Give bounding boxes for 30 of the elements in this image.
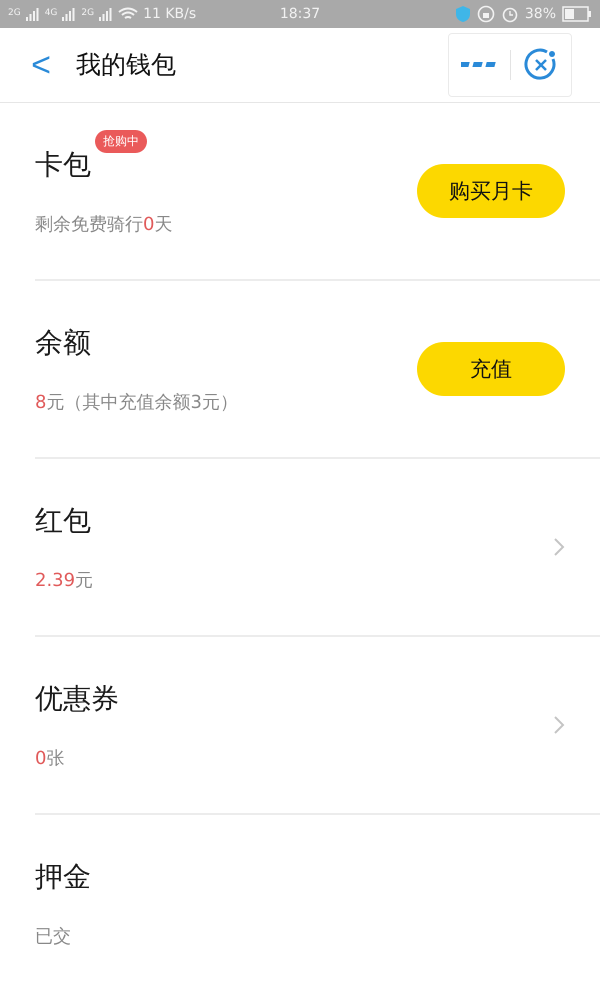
promo-badge: 抢购中 — [95, 130, 147, 153]
row-subtitle: 剩余免费骑行0天 — [35, 213, 174, 236]
row-title: 卡包 — [35, 147, 91, 183]
signal-icon — [26, 6, 40, 21]
row-title: 押金 — [35, 859, 91, 895]
alarm-icon — [500, 4, 519, 23]
network-speed: 11 KB/s — [143, 6, 196, 22]
row-subtitle: 2.39元 — [35, 569, 94, 592]
more-icon — [461, 60, 498, 69]
signal-icon — [62, 6, 76, 21]
battery-icon — [562, 6, 592, 22]
wifi-icon — [118, 6, 138, 21]
row-subtitle: 8元（其中充值余额3元） — [35, 391, 239, 414]
battery-percent: 38% — [524, 6, 556, 22]
signal-icon — [99, 6, 114, 21]
network-label: 2G — [81, 9, 94, 18]
row-title: 红包 — [35, 503, 91, 539]
clock: 18:37 — [280, 6, 320, 22]
shield-icon — [454, 4, 471, 23]
action-button[interactable]: 充值 — [417, 342, 565, 396]
row-title: 优惠券 — [35, 681, 119, 717]
back-button[interactable]: < — [26, 48, 56, 82]
lock-rotation-icon — [476, 4, 495, 23]
network-label: 2G — [8, 9, 21, 18]
page-title: 我的钱包 — [76, 49, 177, 82]
row-subtitle: 0张 — [35, 747, 66, 770]
row-title: 余额 — [35, 325, 91, 361]
row-subtitle: 已交 — [35, 925, 72, 948]
network-label: 4G — [44, 9, 58, 18]
action-button[interactable]: 购买月卡 — [417, 164, 565, 218]
